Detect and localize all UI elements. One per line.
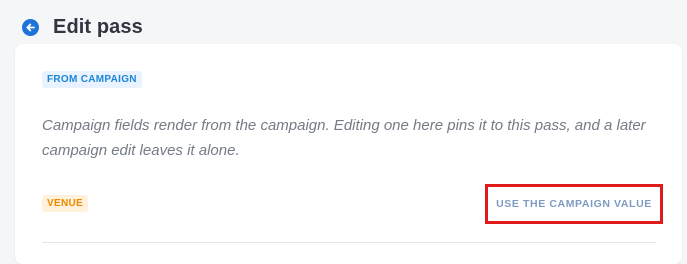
page-header: Edit pass	[22, 14, 143, 40]
page-title: Edit pass	[53, 16, 143, 38]
arrow-left-icon	[26, 23, 35, 31]
campaign-fields-note: Campaign fields render from the campaign…	[42, 117, 646, 159]
venue-field-label: VENUE	[42, 195, 88, 212]
back-button[interactable]	[22, 18, 39, 36]
use-campaign-value-label: USE THE CAMPAIGN VALUE	[496, 198, 652, 210]
field-divider	[42, 242, 656, 243]
use-campaign-value-button[interactable]: USE THE CAMPAIGN VALUE	[485, 184, 663, 224]
from-campaign-badge: FROM CAMPAIGN	[42, 71, 142, 88]
edit-pass-card: FROM CAMPAIGN Campaign fields render fro…	[15, 44, 682, 264]
